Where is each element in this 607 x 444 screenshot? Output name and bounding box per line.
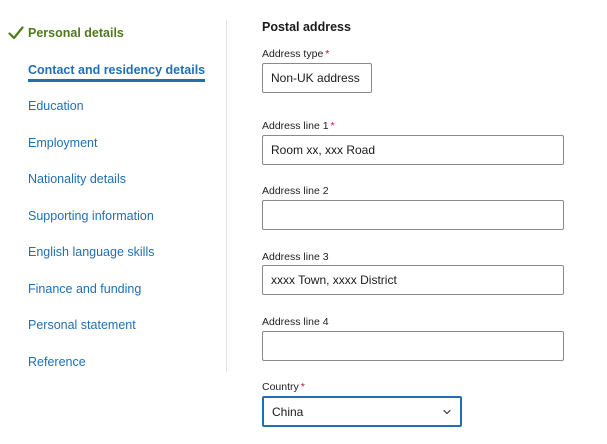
sidebar-item-nationality-details[interactable]: Nationality details [28,172,126,186]
active-tab-indicator [28,79,206,82]
sidebar-item-education[interactable]: Education [28,99,84,113]
address-line-4-input[interactable] [262,331,564,361]
sidebar-item-label: Personal statement [28,318,136,332]
address-type-select[interactable]: Non-UK address [262,63,372,93]
sidebar-item-label: Education [28,99,84,113]
address-line-3-input[interactable] [262,265,564,295]
country-label: Country * [262,381,305,393]
sidebar-item-label: Reference [28,355,86,369]
sidebar-item-personal-statement[interactable]: Personal statement [28,318,136,332]
country-value: China [272,404,304,419]
section-title: Postal address [262,20,351,34]
sidebar-item-employment[interactable]: Employment [28,136,97,150]
sidebar-item-reference[interactable]: Reference [28,355,86,369]
address-line-2-label: Address line 2 [262,185,329,197]
check-icon [8,26,24,40]
sidebar-item-label: Employment [28,136,98,150]
sidebar-item-label: Supporting information [28,209,154,223]
address-line-4-label: Address line 4 [262,316,329,328]
address-line-2-input[interactable] [262,200,564,230]
address-line-1-input[interactable] [262,135,564,165]
sidebar-divider [226,20,227,372]
sidebar-item-finance-and-funding[interactable]: Finance and funding [28,282,141,296]
sidebar-item-label: Personal details [28,26,124,40]
chevron-down-icon [443,409,451,414]
sidebar-item-personal-details[interactable]: Personal details [8,26,124,40]
required-marker: * [330,120,335,132]
required-marker: * [325,48,330,60]
application-form-page: Personal details Contact and residency d… [0,0,607,444]
sidebar-item-contact-and-residency-details[interactable]: Contact and residency details [28,63,206,82]
sidebar-item-supporting-information[interactable]: Supporting information [28,209,154,223]
sidebar-nav: Personal details Contact and residency d… [0,0,226,444]
sidebar-item-label: Finance and funding [28,282,142,296]
address-type-label: Address type * [262,48,330,60]
address-line-1-label: Address line 1 * [262,120,335,132]
sidebar-item-label: English language skills [28,245,155,259]
sidebar-item-label: Nationality details [28,172,126,186]
country-select[interactable]: China [262,396,462,427]
required-marker: * [300,381,305,393]
postal-address-form: Postal address Address type * Non-UK addr… [262,0,592,444]
sidebar-item-english-language-skills[interactable]: English language skills [28,245,154,259]
sidebar-item-label: Contact and residency details [28,63,206,77]
address-type-value: Non-UK address [271,71,360,85]
address-line-3-label: Address line 3 [262,251,329,263]
